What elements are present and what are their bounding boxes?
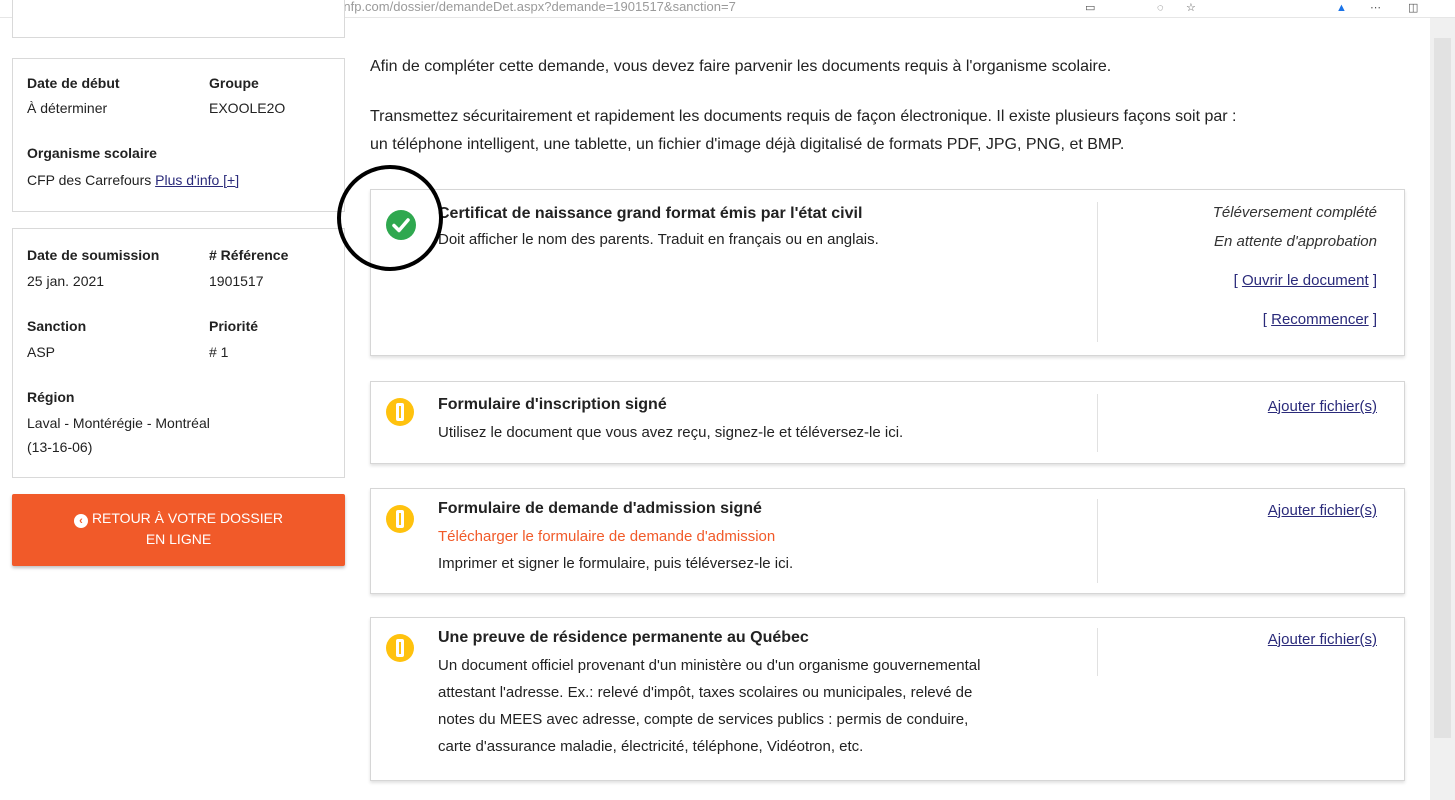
start-date-value: À déterminer [27, 100, 108, 116]
document-card-residence-proof: Une preuve de résidence permanente au Qu… [370, 617, 1405, 781]
document-title: Certificat de naissance grand format émi… [438, 205, 863, 222]
warning-icon [386, 634, 414, 662]
check-circle-icon [386, 210, 416, 240]
sanction-value: ASP [27, 344, 56, 360]
card-divider [1097, 202, 1098, 342]
document-description-line2: attestant l'adresse. Ex.: relevé d'impôt… [438, 684, 973, 701]
add-files-link[interactable]: Ajouter fichier(s) [1268, 398, 1377, 415]
org-label: Organisme scolaire [27, 145, 157, 161]
card-divider [1097, 394, 1098, 452]
open-document-link[interactable]: [ Ouvrir le document ] [1234, 272, 1377, 289]
submission-date-label: Date de soumission [27, 247, 160, 263]
group-label: Groupe [209, 75, 259, 91]
region-value-line1: Laval - Montérégie - Montréal [27, 415, 210, 431]
extensions-icon[interactable]: ⋯ [1370, 2, 1381, 14]
document-description: Imprimer et signer le formulaire, puis t… [438, 555, 794, 572]
document-description-line3: notes du MEES avec adresse, compte de se… [438, 711, 969, 728]
priority-value: # 1 [209, 344, 229, 360]
scrollbar[interactable] [1430, 18, 1455, 800]
org-value: CFP des Carrefours [27, 172, 152, 188]
org-more-info-link[interactable]: Plus d'info [+] [155, 172, 239, 188]
back-to-file-button[interactable]: ‹ RETOUR À VOTRE DOSSIER EN LIGNE [12, 494, 345, 566]
profile-icon[interactable]: ▲ [1336, 2, 1347, 14]
intro-paragraph-1: Afin de compléter cette demande, vous de… [370, 58, 1112, 75]
intro-paragraph-2-line2: un téléphone intelligent, une tablette, … [370, 136, 1125, 153]
submission-date-value: 25 jan. 2021 [27, 273, 105, 289]
submission-info-card: Date de soumission 25 jan. 2021 # Référe… [12, 228, 345, 478]
document-description-line1: Un document officiel provenant d'un mini… [438, 657, 981, 674]
approval-status: En attente d'approbation [1214, 233, 1377, 250]
card-divider [1097, 499, 1098, 583]
sidebar-top-card [12, 0, 345, 38]
cast-icon[interactable]: ▭ [1085, 2, 1095, 14]
document-card-admission-form: Formulaire de demande d'admission signé … [370, 488, 1405, 594]
intro-paragraph-2-line1: Transmettez sécuritairement et rapidemen… [370, 108, 1237, 125]
star-icon[interactable]: ☆ [1186, 2, 1196, 14]
document-description: Doit afficher le nom des parents. Tradui… [438, 231, 879, 248]
document-card-registration-form: Formulaire d'inscription signé Utilisez … [370, 381, 1405, 464]
upload-status: Téléversement complété [1212, 204, 1377, 221]
request-info-card: Date de début À déterminer Groupe EXOOLE… [12, 58, 345, 212]
warning-icon [386, 505, 414, 533]
priority-label: Priorité [209, 318, 259, 334]
scrollbar-thumb[interactable] [1434, 38, 1451, 738]
region-label: Région [27, 389, 75, 405]
back-button-line2: EN LIGNE [145, 531, 212, 547]
menu-icon[interactable]: ◫ [1408, 2, 1418, 14]
document-description-line4: carte d'assurance maladie, électricité, … [438, 738, 864, 755]
add-files-link[interactable]: Ajouter fichier(s) [1268, 631, 1377, 648]
back-button-line1: RETOUR À VOTRE DOSSIER [91, 510, 284, 526]
sanction-label: Sanction [27, 318, 87, 334]
download-admission-form-link[interactable]: Télécharger le formulaire de demande d'a… [438, 524, 775, 550]
org-value-line: CFP des Carrefours Plus d'info [+] [27, 169, 239, 191]
warning-icon [386, 398, 414, 426]
zoom-icon[interactable]: ◌ [1157, 2, 1164, 14]
document-title: Formulaire de demande d'admission signé [438, 500, 762, 517]
document-card-birth-certificate: Certificat de naissance grand format émi… [370, 189, 1405, 356]
add-files-link[interactable]: Ajouter fichier(s) [1268, 502, 1377, 519]
restart-link[interactable]: [ Recommencer ] [1263, 311, 1377, 328]
reference-value: 1901517 [209, 273, 264, 289]
arrow-left-circle-icon: ‹ [73, 514, 88, 528]
document-title: Une preuve de résidence permanente au Qu… [438, 629, 809, 646]
card-divider [1097, 628, 1098, 676]
document-title: Formulaire d'inscription signé [438, 396, 667, 413]
document-description: Utilisez le document que vous avez reçu,… [438, 424, 904, 441]
region-value-line2: (13-16-06) [27, 439, 93, 455]
start-date-label: Date de début [27, 75, 120, 91]
reference-label: # Référence [209, 247, 289, 263]
group-value: EXOOLE2O [209, 100, 286, 116]
